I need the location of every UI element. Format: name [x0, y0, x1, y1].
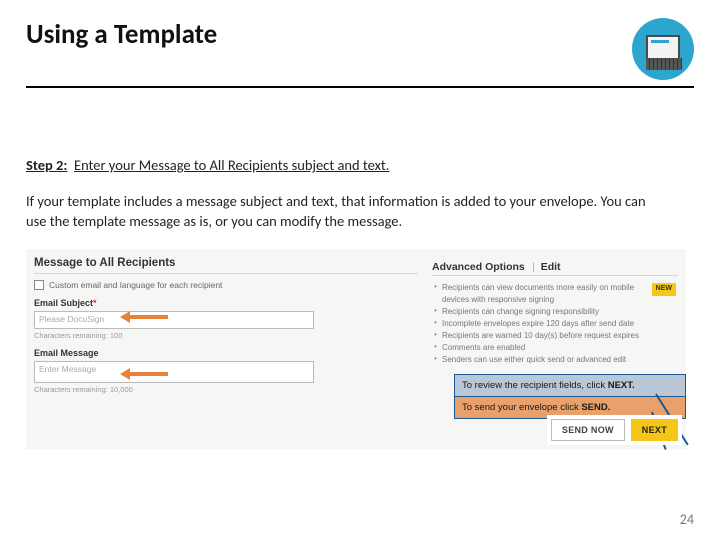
page-number: 24 [680, 511, 694, 528]
title-rule [26, 86, 694, 88]
list-item: Senders can use either quick send or adv… [432, 354, 678, 366]
embedded-screenshot: Message to All Recipients Custom email a… [26, 249, 686, 449]
custom-email-checkbox-row[interactable]: Custom email and language for each recip… [34, 280, 418, 290]
arrow-icon [120, 369, 168, 377]
page-title: Using a Template [26, 18, 217, 51]
divider [34, 273, 418, 274]
email-message-label: Email Message [34, 348, 418, 358]
send-now-button[interactable]: SEND NOW [551, 419, 625, 441]
list-item: Recipients are warned 10 day(s) before r… [432, 330, 678, 342]
computer-logo-icon [632, 18, 694, 80]
step-text: Enter your Message to All Recipients sub… [74, 156, 389, 174]
list-item: Recipients can view documents more easil… [432, 282, 678, 306]
advanced-options-heading: Advanced Options | Edit [432, 257, 678, 275]
list-item: Comments are enabled [432, 342, 678, 354]
email-message-input[interactable]: Enter Message [34, 361, 314, 383]
email-subject-label: Email Subject* [34, 298, 418, 308]
step-label: Step 2: [26, 156, 67, 174]
divider [432, 275, 678, 276]
list-item: Recipients can change signing responsibi… [432, 306, 678, 318]
section-title: Message to All Recipients [34, 257, 418, 269]
email-subject-input[interactable]: Please DocuSign [34, 311, 314, 329]
action-buttons: SEND NOW NEXT [547, 415, 682, 445]
arrow-icon [120, 312, 168, 320]
next-button[interactable]: NEXT [631, 419, 678, 441]
checkbox-icon[interactable] [34, 280, 44, 290]
step-heading: Step 2: Enter your Message to All Recipi… [26, 156, 694, 174]
explanation-text: If your template includes a message subj… [26, 192, 666, 231]
list-item: Incomplete envelopes expire 120 days aft… [432, 318, 678, 330]
custom-email-label: Custom email and language for each recip… [49, 280, 222, 290]
advanced-options-list: Recipients can view documents more easil… [432, 282, 678, 366]
message-counter: Characters remaining: 10,000 [34, 385, 418, 394]
subject-counter: Characters remaining: 100 [34, 331, 418, 340]
edit-link[interactable]: Edit [541, 261, 561, 273]
new-badge: NEW [652, 283, 676, 296]
callout-next: To review the recipient fields, click NE… [455, 375, 685, 397]
